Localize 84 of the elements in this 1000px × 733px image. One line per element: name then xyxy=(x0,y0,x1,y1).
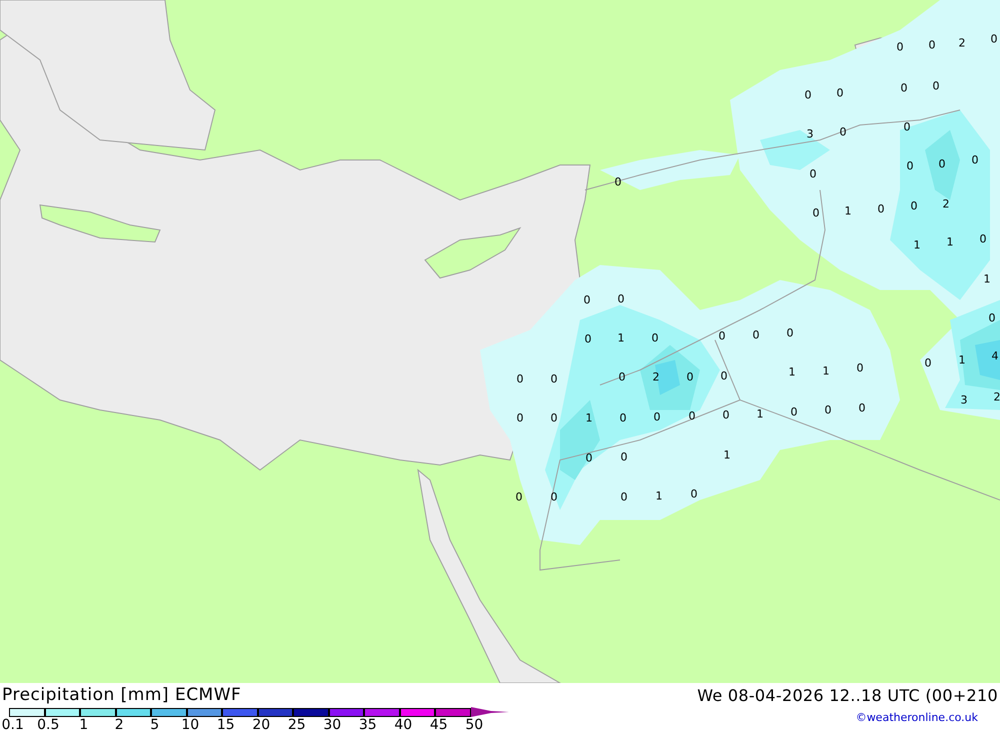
precipitation-value: 0 xyxy=(584,294,590,306)
precipitation-value: 0 xyxy=(878,204,884,214)
precipitation-value: 0 xyxy=(652,332,658,344)
precipitation-value: 1 xyxy=(756,408,764,420)
precipitation-value: 0 xyxy=(938,158,946,170)
precipitation-value: 0 xyxy=(980,234,986,244)
precipitation-value: 0 xyxy=(824,404,832,416)
precipitation-value: 0 xyxy=(904,122,910,132)
precipitation-value: 1 xyxy=(586,412,592,424)
precipitation-value: 0 xyxy=(688,410,696,422)
precipitation-value: 0 xyxy=(840,126,846,138)
precipitation-value: 0 xyxy=(910,200,918,212)
precipitation-value: 0 xyxy=(516,412,524,424)
precipitation-value: 0 xyxy=(618,294,624,304)
precipitation-value: 0 xyxy=(972,154,978,166)
precipitation-value: 0 xyxy=(858,402,866,414)
precipitation-value: 0 xyxy=(550,412,558,424)
legend-tick-label: 45 xyxy=(430,717,448,733)
precipitation-value: 0 xyxy=(786,328,794,338)
legend-tick-label: 20 xyxy=(252,717,270,733)
precipitation-value: 0 xyxy=(550,374,558,384)
precipitation-value: 0 xyxy=(516,492,522,502)
legend-tick-label: 1 xyxy=(79,717,88,733)
precipitation-value: 0 xyxy=(550,492,558,502)
precipitation-value: 1 xyxy=(656,490,662,502)
precipitation-value: 3 xyxy=(806,128,814,140)
precipitation-value: 4 xyxy=(992,350,998,362)
precipitation-value: 1 xyxy=(946,236,954,248)
precipitation-value: 0 xyxy=(620,452,628,462)
precipitation-value: 0 xyxy=(654,412,660,422)
legend-tick-label: 25 xyxy=(288,717,306,733)
legend-tick-label: 50 xyxy=(465,717,484,733)
precipitation-value: 0 xyxy=(812,208,820,218)
precipitation-value: 0 xyxy=(718,330,726,342)
precipitation-value: 0 xyxy=(988,312,996,324)
legend-tick-label: 10 xyxy=(181,717,200,733)
precipitation-value: 0 xyxy=(618,372,626,382)
precipitation-value: 0 xyxy=(720,370,728,382)
precipitation-value: 0 xyxy=(900,82,908,94)
legend-tick-label: 35 xyxy=(358,717,377,733)
precipitation-value: 2 xyxy=(994,392,1000,402)
precipitation-value: 0 xyxy=(990,34,998,44)
precipitation-value: 0 xyxy=(856,362,864,374)
precipitation-value: 3 xyxy=(960,394,968,406)
precipitation-value: 1 xyxy=(844,206,852,216)
precipitation-value: 1 xyxy=(618,332,624,344)
precipitation-value: 0 xyxy=(928,40,936,50)
precipitation-value: 0 xyxy=(790,406,798,418)
precipitation-value: 1 xyxy=(984,274,990,284)
precipitation-value: 0 xyxy=(690,488,698,500)
precipitation-value: 0 xyxy=(896,42,904,52)
precipitation-value: 0 xyxy=(586,452,592,464)
map-title: Precipitation [mm] ECMWF xyxy=(2,685,242,705)
precipitation-value: 0 xyxy=(722,410,730,420)
precipitation-value: 2 xyxy=(652,372,660,382)
legend-tick-label: 40 xyxy=(394,717,412,733)
precipitation-value: 0 xyxy=(752,330,760,340)
credit-link[interactable]: ©weatheronline.co.uk xyxy=(856,711,978,724)
precipitation-value: 2 xyxy=(958,38,966,48)
precipitation-value: 0 xyxy=(620,492,628,502)
precipitation-value: 2 xyxy=(942,198,950,210)
precipitation-value: 0 xyxy=(614,176,622,188)
precipitation-value: 0 xyxy=(686,372,694,382)
precipitation-value: 0 xyxy=(810,168,816,180)
precipitation-value: 1 xyxy=(914,240,920,250)
precipitation-value: 0 xyxy=(620,412,626,424)
precipitation-value: 1 xyxy=(822,366,830,376)
precipitation-value: 0 xyxy=(584,334,592,344)
legend-tick-label: 2 xyxy=(114,717,124,733)
precipitation-value: 0 xyxy=(836,88,844,98)
precipitation-value: 0 xyxy=(804,90,812,100)
precipitation-value: 0 xyxy=(516,374,524,384)
forecast-datetime: We 08-04-2026 12..18 UTC (00+210 xyxy=(697,686,998,704)
legend-tick-label: 15 xyxy=(216,717,235,733)
legend-tick-label: 0.5 xyxy=(37,717,60,733)
legend-tick-label: 0.1 xyxy=(2,717,24,733)
precipitation-value: 1 xyxy=(958,354,966,366)
legend-tick-label: 30 xyxy=(323,717,342,733)
precipitation-value: 0 xyxy=(932,80,940,92)
precipitation-value: 0 xyxy=(906,160,914,172)
precipitation-value: 1 xyxy=(724,450,730,460)
legend-tick-label: 5 xyxy=(150,717,160,733)
precipitation-value: 1 xyxy=(788,366,796,378)
precipitation-value: 0 xyxy=(924,358,932,368)
